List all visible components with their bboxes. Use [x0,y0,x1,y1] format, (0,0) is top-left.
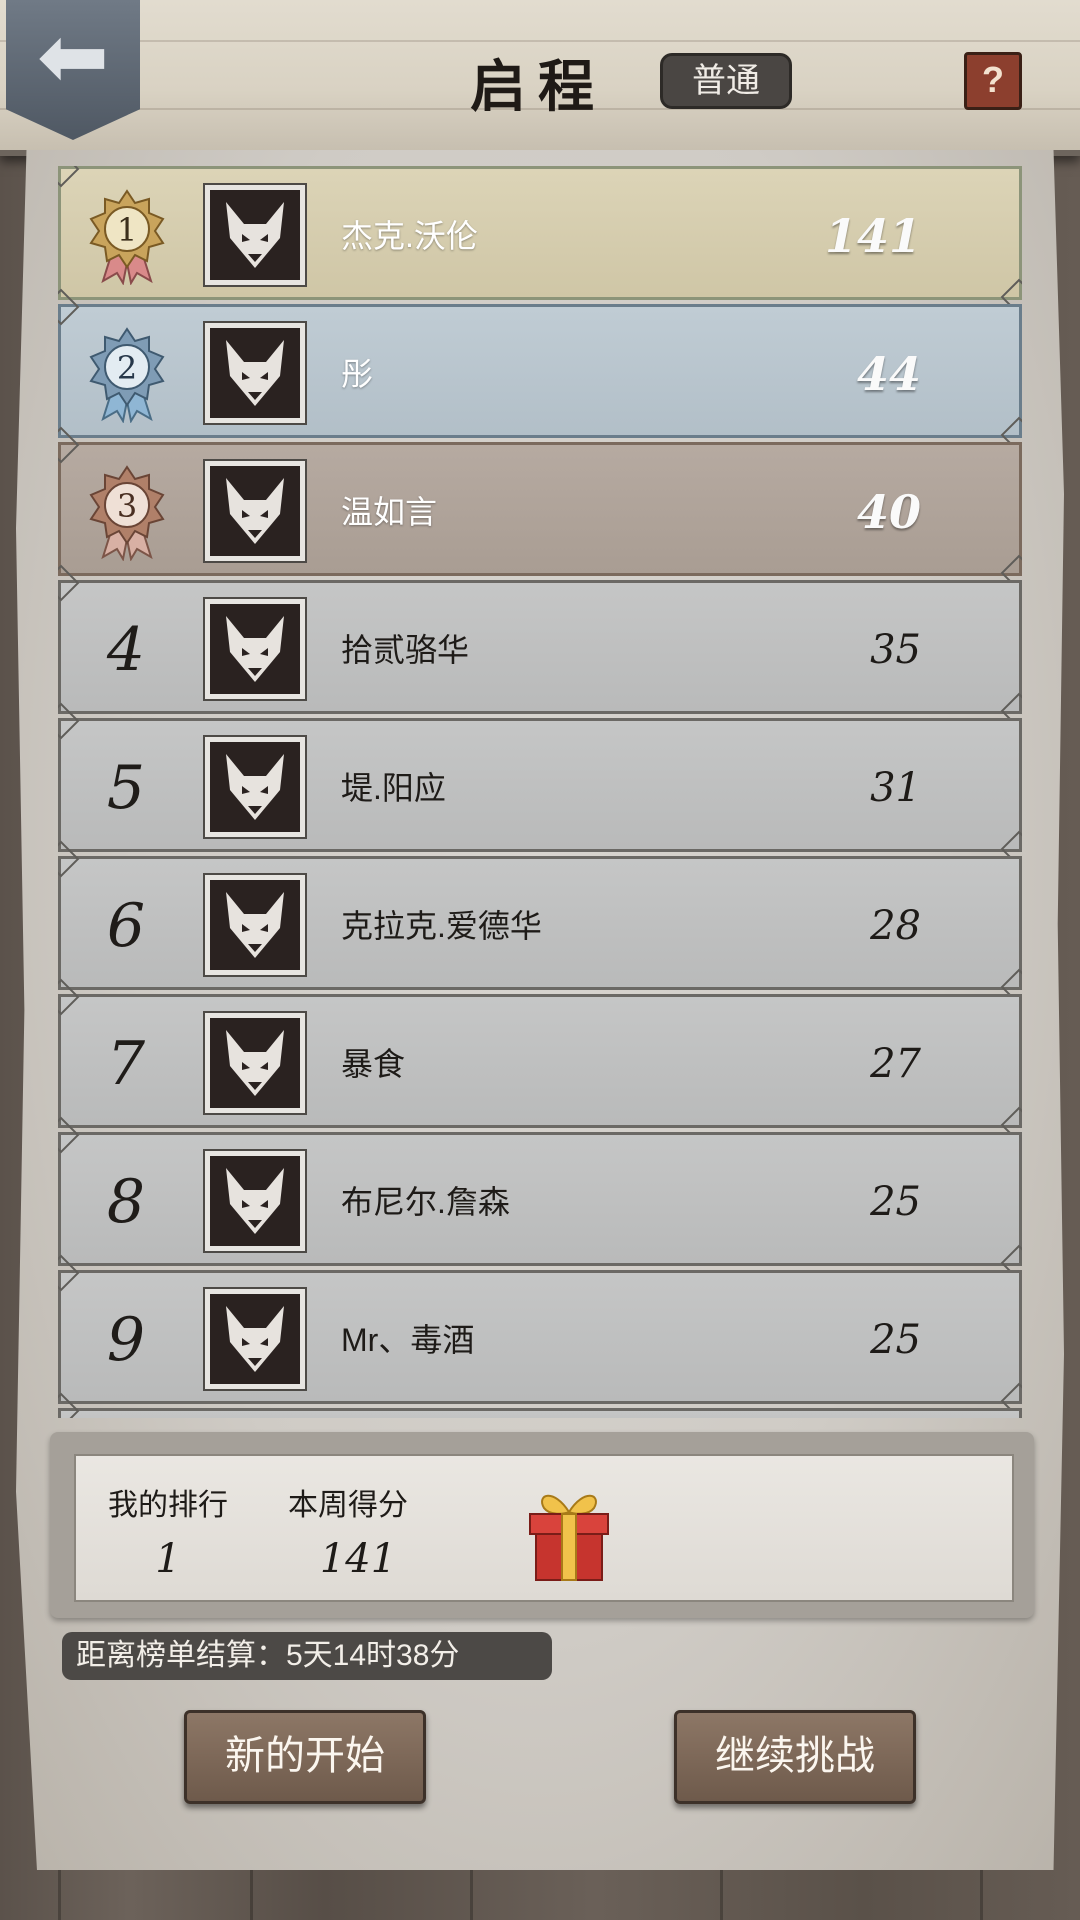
player-name: 温如言 [341,494,438,530]
player-score: 28 [870,903,921,949]
leaderboard-row[interactable]: 4 拾贰骆华 35 [58,580,1022,714]
player-name: 彤 [341,356,374,392]
player-name: 克拉克.爱德华 [341,908,542,944]
avatar[interactable] [203,183,307,287]
back-button[interactable]: ⬅ [6,0,140,140]
leaderboard-row[interactable]: 1 杰克.沃伦 141 [58,166,1022,300]
avatar[interactable] [203,735,307,839]
rank-number: 9 [106,1305,146,1375]
player-score: 25 [870,1317,921,1363]
avatar[interactable] [203,597,307,701]
page-title: 启程 [470,54,606,120]
silver-medal-icon: 2 [89,327,165,423]
rank-number: 8 [106,1167,146,1237]
my-rank-inner: 我的排行 1 本周得分 141 [74,1454,1014,1602]
avatar[interactable] [203,1287,307,1391]
wolf-icon [226,616,284,682]
player-score: 27 [870,1041,921,1087]
player-score: 35 [870,627,921,673]
back-arrow-icon: ⬅ [36,9,110,105]
help-button[interactable]: ? [964,52,1022,110]
player-score: 44 [856,347,921,401]
wolf-icon [226,1306,284,1372]
leaderboard-row[interactable]: 6 克拉克.爱德华 28 [58,856,1022,990]
player-name: 堤.阳应 [341,770,446,806]
wolf-icon [226,202,284,268]
wolf-icon [226,892,284,958]
weekly-score-value: 141 [319,1536,397,1582]
leaderboard-row[interactable]: 8 布尼尔.詹森 25 [58,1132,1022,1266]
leaderboard-row[interactable]: 2 彤 44 [58,304,1022,438]
avatar[interactable] [203,1011,307,1115]
my-rank-label: 我的排行 [108,1489,228,1522]
rank-number: 6 [106,891,146,961]
player-score: 40 [856,485,921,539]
avatar[interactable] [203,873,307,977]
player-score: 141 [824,209,921,263]
wolf-icon [226,1030,284,1096]
my-rank-value: 1 [155,1536,181,1582]
leaderboard-row[interactable]: 5 堤.阳应 31 [58,718,1022,852]
avatar[interactable] [203,321,307,425]
continue-challenge-button[interactable]: 继续挑战 [674,1710,916,1804]
player-score: 31 [870,765,921,811]
leaderboard-row[interactable]: 9 Mr、毒酒 25 [58,1270,1022,1404]
leaderboard-list[interactable]: 1 杰克.沃伦 141 2 彤 44 3 温如言 40 4 拾贰骆华 35 5 … [58,166,1022,1418]
medal-number: 2 [117,349,137,387]
medal-number: 3 [117,487,137,525]
weekly-score-label: 本周得分 [288,1489,408,1522]
wolf-icon [226,1168,284,1234]
difficulty-badge[interactable]: 普通 [660,53,792,109]
settlement-countdown: 距离榜单结算：5天14时38分 [62,1632,552,1680]
my-rank-panel: 我的排行 1 本周得分 141 [50,1432,1034,1618]
leaderboard-row[interactable]: 3 温如言 40 [58,442,1022,576]
header-bar: ⬅ 启程 普通 ? [0,0,1080,156]
avatar[interactable] [203,459,307,563]
avatar[interactable] [203,1149,307,1253]
player-name: 布尼尔.詹森 [341,1184,510,1220]
gift-box-icon[interactable] [524,1486,614,1584]
player-name: 杰克.沃伦 [341,218,478,254]
medal-number: 1 [117,211,137,249]
player-score: 25 [870,1179,921,1225]
wolf-icon [226,340,284,406]
gold-medal-icon: 1 [89,189,165,285]
leaderboard-row-partial[interactable] [58,1408,1022,1418]
player-name: 暴食 [341,1046,406,1082]
bronze-medal-icon: 3 [89,465,165,561]
rank-number: 5 [106,753,146,823]
player-name: 拾贰骆华 [341,632,470,668]
rank-number: 4 [106,615,146,685]
new-start-button[interactable]: 新的开始 [184,1710,426,1804]
leaderboard-row[interactable]: 7 暴食 27 [58,994,1022,1128]
player-name: Mr、毒酒 [341,1322,475,1358]
wolf-icon [226,754,284,820]
wolf-icon [226,478,284,544]
rank-number: 7 [106,1029,146,1099]
